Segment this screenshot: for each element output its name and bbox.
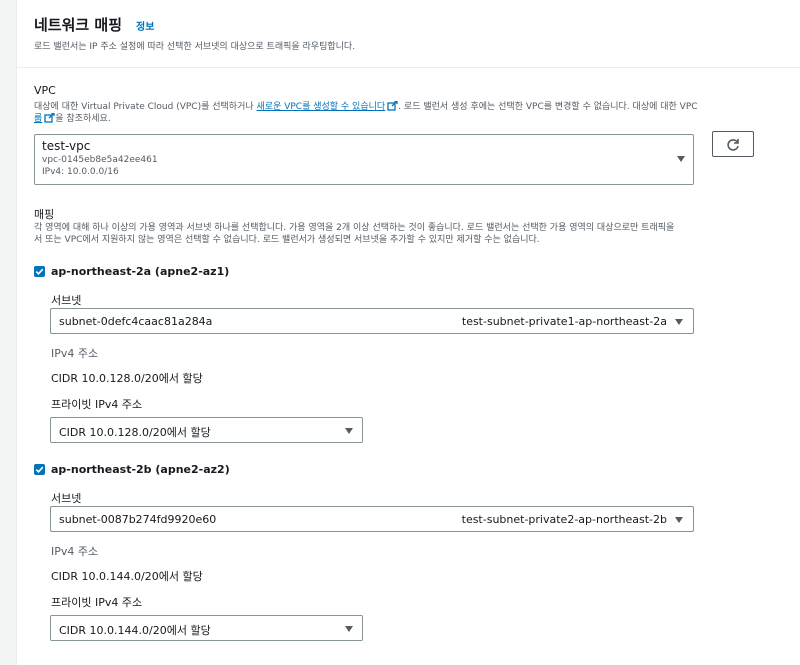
subnet-label: 서브넷 <box>51 294 82 307</box>
checkbox-checked-icon[interactable] <box>34 464 45 475</box>
external-link-icon <box>44 112 55 127</box>
vpc-desc-text3: 을 참조하세요. <box>55 114 111 124</box>
subnet-select-2a[interactable]: subnet-0defc4caac81a284a test-subnet-pri… <box>50 308 694 334</box>
private-ipv4-select-2b[interactable]: CIDR 10.0.144.0/20에서 할당 <box>50 615 363 641</box>
caret-down-icon <box>345 428 353 434</box>
vpc-description: 대상에 대한 Virtual Private Cloud (VPC)를 선택하거… <box>34 100 698 115</box>
vpc-desc-text1: 대상에 대한 Virtual Private Cloud (VPC)를 선택하거… <box>34 102 257 112</box>
refresh-icon <box>726 137 740 156</box>
az-label: ap-northeast-2a (apne2-az1) <box>51 265 230 278</box>
checkbox-checked-icon[interactable] <box>34 266 45 277</box>
caret-down-icon <box>675 517 683 523</box>
info-link[interactable]: 정보 <box>136 18 154 33</box>
subnet-id: subnet-0defc4caac81a284a <box>59 315 213 328</box>
az-checkbox-row-2b[interactable]: ap-northeast-2b (apne2-az2) <box>34 463 230 476</box>
subnet-select-2b[interactable]: subnet-0087b274fd9920e60 test-subnet-pri… <box>50 506 694 532</box>
ipv4-value: CIDR 10.0.128.0/20에서 할당 <box>51 372 203 385</box>
mapping-description-line1: 각 영역에 대해 하나 이상의 가용 영역과 서브넷 하나를 선택합니다. 가용… <box>34 223 675 233</box>
external-link-icon <box>387 100 398 115</box>
section-description: 로드 밸런서는 IP 주소 설정에 따라 선택한 서브넷의 대상으로 트래픽을 … <box>34 42 356 52</box>
vpc-selected-name: test-vpc <box>42 139 91 153</box>
subnet-name: test-subnet-private1-ap-northeast-2a <box>461 315 667 328</box>
vpc-select[interactable]: test-vpc vpc-0145eb8e5a42ee461 IPv4: 10.… <box>34 134 694 185</box>
ipv4-value: CIDR 10.0.144.0/20에서 할당 <box>51 570 203 583</box>
ipv4-label: IPv4 주소 <box>51 347 99 360</box>
vpc-desc-text2: . 로드 밸런서 생성 후에는 선택한 VPC를 변경할 수 없습니다. 대상에… <box>398 102 698 112</box>
caret-down-icon <box>677 156 685 162</box>
refresh-button[interactable] <box>712 131 754 157</box>
private-ipv4-value: CIDR 10.0.144.0/20에서 할당 <box>59 624 211 637</box>
vpc-selected-id: vpc-0145eb8e5a42ee461 <box>42 155 158 165</box>
caret-down-icon <box>675 319 683 325</box>
private-ipv4-label: 프라이빗 IPv4 주소 <box>51 398 143 411</box>
vpc-description-line2: 룹 을 참조하세요. <box>34 112 111 127</box>
section-divider <box>16 67 800 68</box>
private-ipv4-label: 프라이빗 IPv4 주소 <box>51 596 143 609</box>
az-label: ap-northeast-2b (apne2-az2) <box>51 463 230 476</box>
subnet-label: 서브넷 <box>51 492 82 505</box>
create-vpc-link[interactable]: 새로운 VPC를 생성할 수 있습니다 <box>257 102 386 112</box>
subnet-name: test-subnet-private2-ap-northeast-2b <box>461 513 667 526</box>
caret-down-icon <box>345 626 353 632</box>
section-title: 네트워크 매핑 <box>34 16 123 34</box>
az-checkbox-row-2a[interactable]: ap-northeast-2a (apne2-az1) <box>34 265 229 278</box>
ipv4-label: IPv4 주소 <box>51 545 99 558</box>
vpc-doc-link[interactable]: 룹 <box>34 114 42 124</box>
mapping-description-line2: 서 또는 VPC에서 지원하지 않는 영역은 선택할 수 없습니다. 로드 밸런… <box>34 235 540 245</box>
subnet-id: subnet-0087b274fd9920e60 <box>59 513 217 526</box>
vpc-selected-cidr: IPv4: 10.0.0.0/16 <box>42 167 119 177</box>
private-ipv4-select-2a[interactable]: CIDR 10.0.128.0/20에서 할당 <box>50 417 363 443</box>
vpc-label: VPC <box>34 84 56 97</box>
private-ipv4-value: CIDR 10.0.128.0/20에서 할당 <box>59 426 211 439</box>
mapping-label: 매핑 <box>34 208 55 221</box>
